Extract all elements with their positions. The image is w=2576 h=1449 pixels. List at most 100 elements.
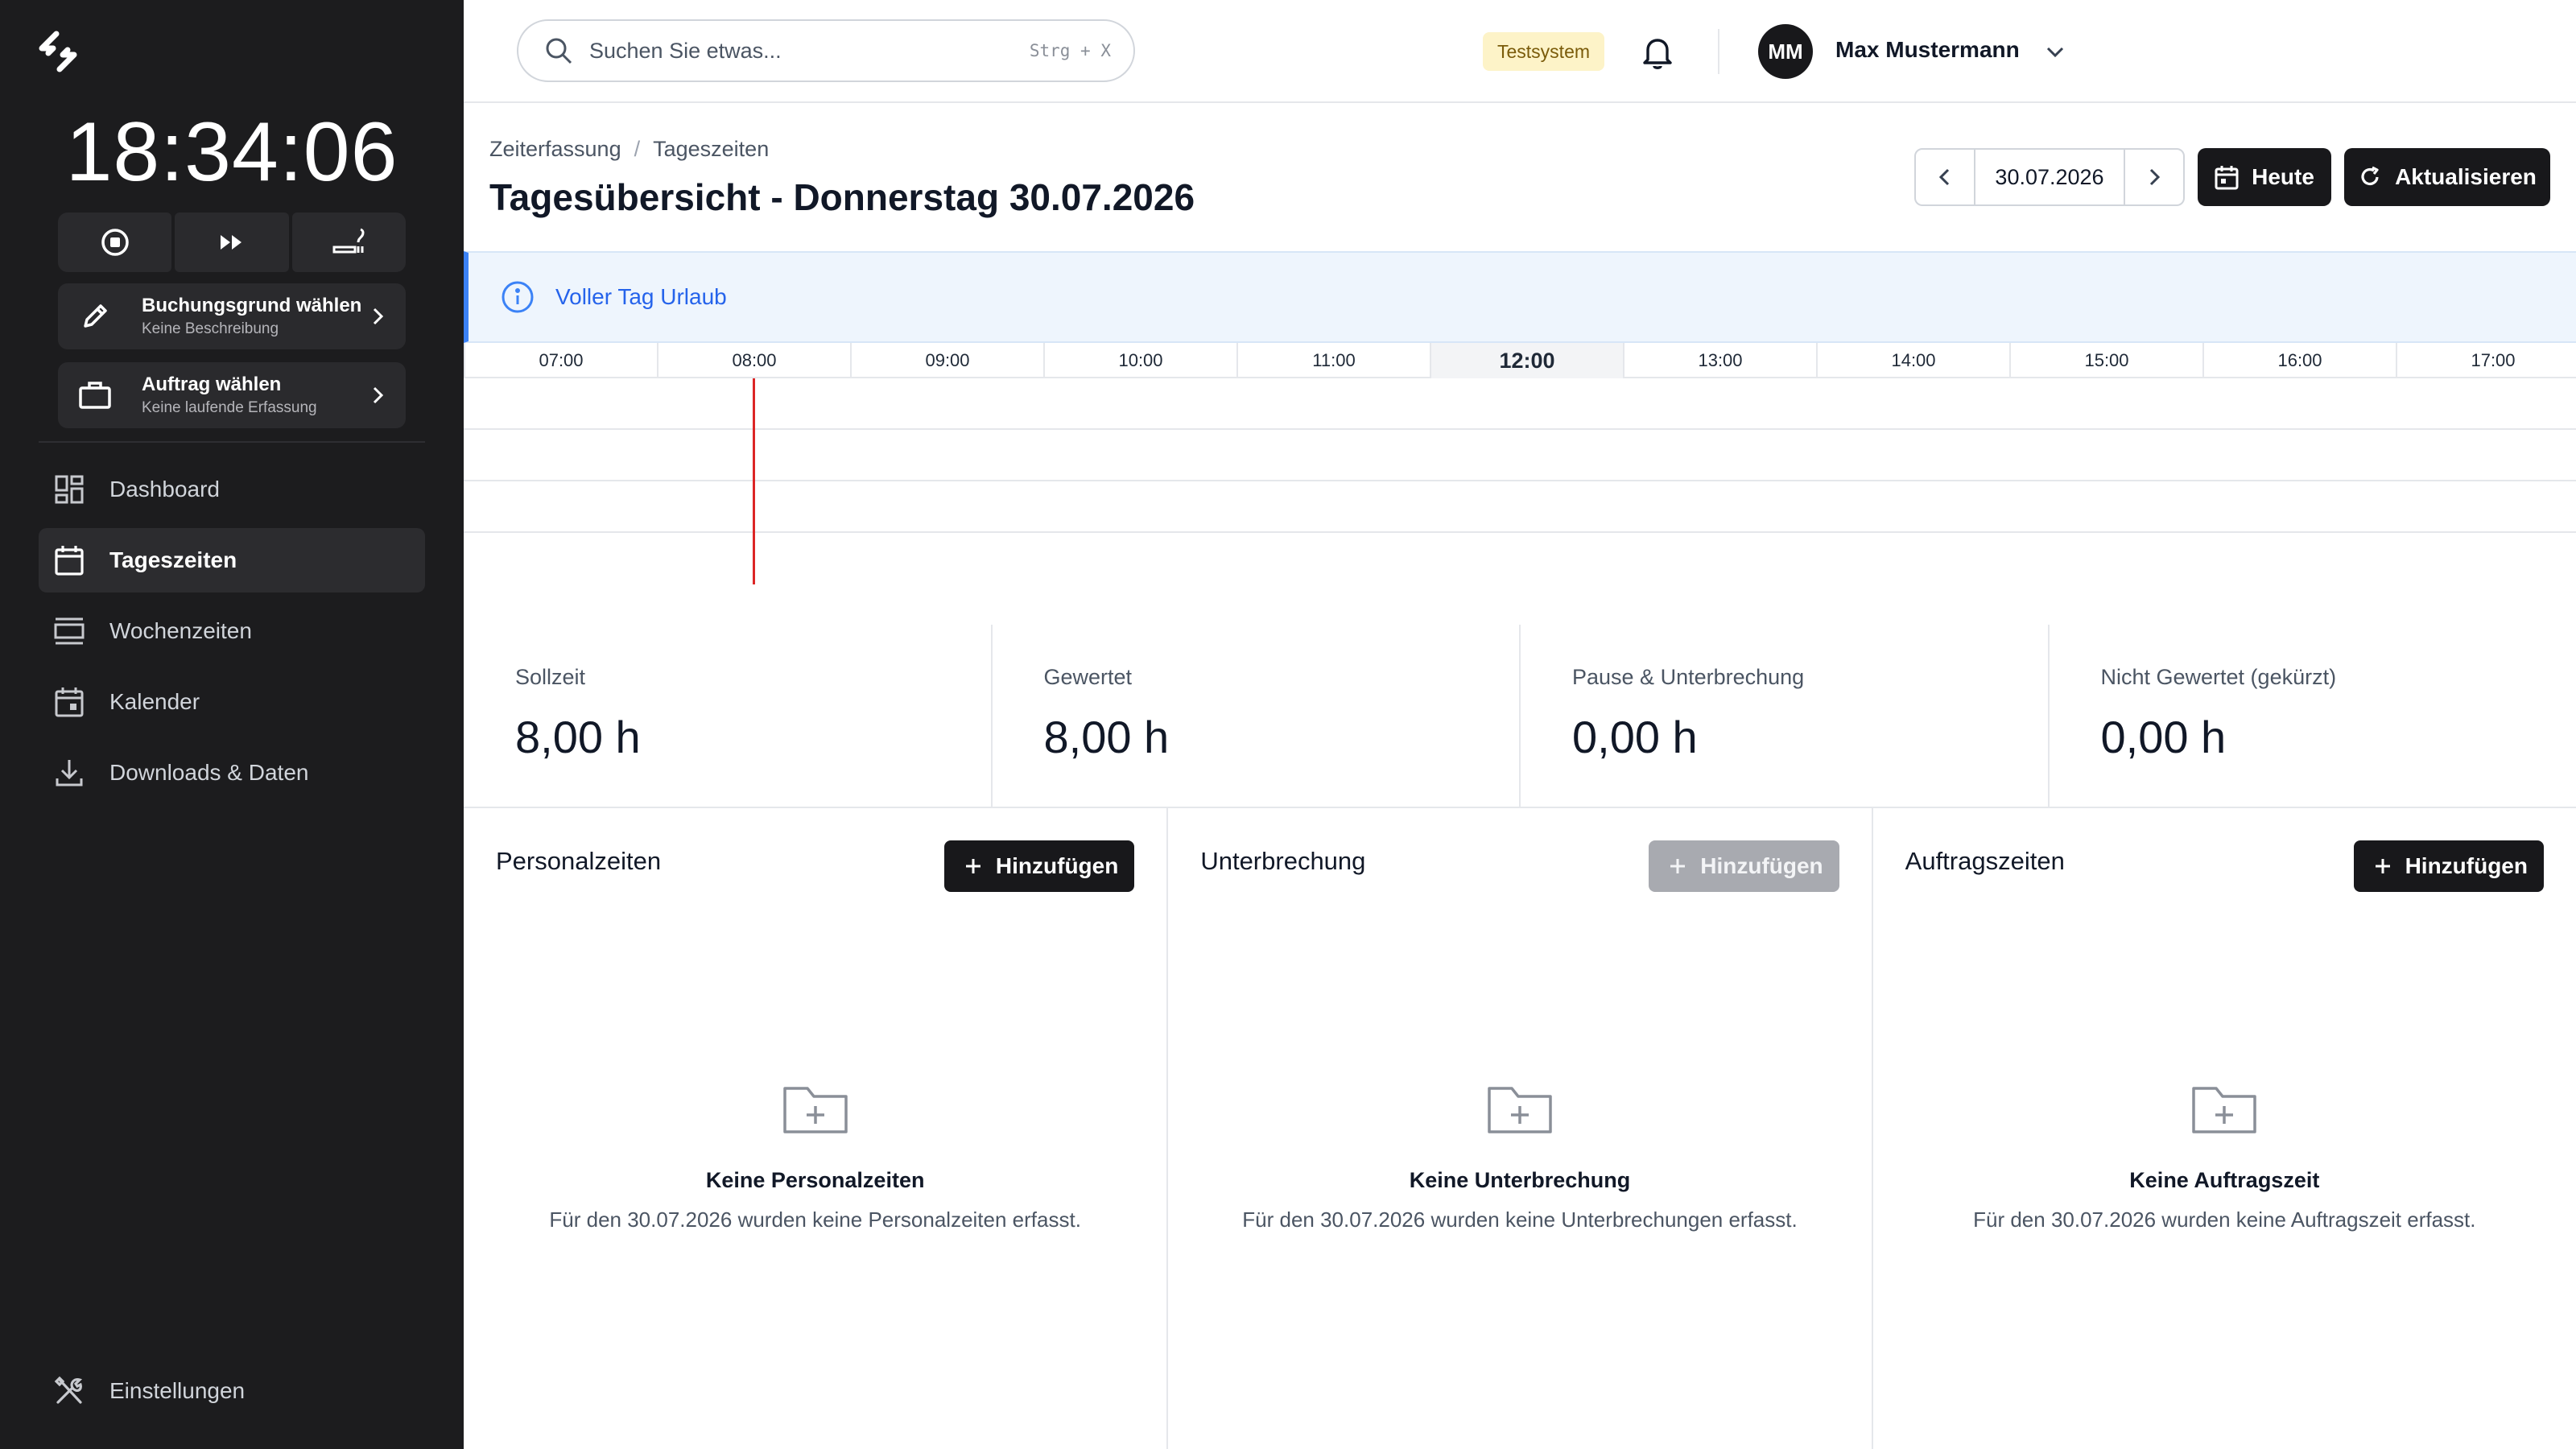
briefcase-icon [77,378,113,413]
timeline-hour-0800: 08:00 [657,343,850,378]
current-time-clock: 18:34:06 [65,105,398,199]
stop-icon [101,229,129,256]
panel-unterbrechung: Unterbrechung Hinzufügen Keine Unterbrec… [1168,808,1873,1449]
panel-title: Auftragszeiten [1905,847,2065,875]
sidebar-item-downloads[interactable]: Downloads & Daten [39,741,425,805]
timeline-hour-1300: 13:00 [1623,343,1816,378]
stat-pause: Pause & Unterbrechung 0,00 h [1521,625,2050,807]
empty-title: Keine Auftragszeit [2129,1168,2320,1192]
panel-personalzeiten: Personalzeiten Hinzufügen Keine Personal… [464,808,1169,1449]
order-subtitle: Keine laufende Erfassung [142,399,317,416]
day-timeline: 06:0007:0008:0009:0010:0011:0012:0013:00… [464,343,2576,584]
breadcrumb-separator: / [634,137,641,161]
search-input[interactable] [589,38,1030,64]
today-button[interactable]: Heute [2198,148,2331,206]
empty-text: Für den 30.07.2026 wurden keine Auftrags… [1973,1208,2476,1232]
add-button-label: Hinzufügen [1700,853,1823,878]
add-unterbrechung-button[interactable]: Hinzufügen [1649,840,1839,892]
calendar-event-icon [53,686,85,718]
dashboard-icon [53,473,85,506]
folder-plus-icon [1488,1087,1552,1133]
folder-plus-icon [2192,1087,2257,1133]
sidebar-item-label: Wochenzeiten [109,618,252,643]
user-name[interactable]: Max Mustermann [1835,37,2020,63]
stop-button[interactable] [58,213,172,272]
banner-text: Voller Tag Urlaub [555,284,727,309]
timeline-hour-1600: 16:00 [2202,343,2396,378]
plus-icon [1670,859,1686,873]
stat-value: 0,00 h [2100,712,2227,762]
stat-nicht-gewertet: Nicht Gewertet (gekürzt) 0,00 h [2050,625,2576,807]
add-auftragszeit-button[interactable]: Hinzufügen [2353,840,2544,892]
empty-text: Für den 30.07.2026 wurden keine Personal… [549,1208,1081,1232]
booking-reason-title: Buchungsgrund wählen [142,295,362,316]
tools-icon [53,1375,85,1407]
sidebar-item-label: Kalender [109,689,200,714]
calendar-icon [2215,166,2239,190]
timeline-hour-1100: 11:00 [1236,343,1430,378]
breadcrumb-item-zeiterfassung[interactable]: Zeiterfassung [489,137,621,162]
chevron-down-icon[interactable] [2045,43,2066,60]
timeline-row-divider [464,428,2576,430]
order-selector[interactable]: Auftrag wählen Keine laufende Erfassung [58,362,406,428]
timeline-hour-1400: 14:00 [1816,343,2009,378]
chevron-right-icon [373,386,384,404]
sidebar-item-settings[interactable]: Einstellungen [53,1359,245,1423]
sidebar-item-wochenzeiten[interactable]: Wochenzeiten [39,599,425,663]
notifications-button[interactable] [1639,34,1676,71]
app-logo-icon[interactable] [35,29,80,74]
sidebar-item-dashboard[interactable]: Dashboard [39,457,425,522]
stat-value: 8,00 h [1043,712,1170,762]
timeline-hour-1700: 17:00 [2396,343,2576,378]
current-time-marker [753,378,755,584]
sidebar-item-label: Downloads & Daten [109,760,309,785]
timeline-header: 06:0007:0008:0009:0010:0011:0012:0013:00… [464,343,2576,378]
add-button-label: Hinzufügen [995,853,1119,878]
timeline-hour-1200: 12:00 [1430,343,1623,378]
next-day-button[interactable] [2125,150,2183,204]
empty-text: Für den 30.07.2026 wurden keine Unterbre… [1242,1208,1798,1232]
chevron-right-icon [373,308,384,325]
topbar-divider [1718,29,1719,74]
folder-plus-icon [782,1087,848,1133]
add-button-label: Hinzufügen [2405,853,2528,878]
stat-label: Gewertet [1043,665,1133,689]
tracking-controls [58,213,406,272]
breadcrumb: Zeiterfassung / Tageszeiten [489,137,769,162]
environment-badge: Testsystem [1483,32,1605,71]
timeline-hour-1000: 10:00 [1043,343,1236,378]
stat-sollzeit: Sollzeit 8,00 h [464,625,993,807]
refresh-button[interactable]: Aktualisieren [2344,148,2550,206]
order-title: Auftrag wählen [142,374,282,395]
empty-title: Keine Personalzeiten [705,1168,925,1192]
timeline-hour-0700: 07:00 [464,343,657,378]
stat-label: Pause & Unterbrechung [1572,665,1805,689]
stat-gewertet: Gewertet 8,00 h [993,625,1521,807]
avatar[interactable]: MM [1758,24,1813,79]
sidebar-item-tageszeiten[interactable]: Tageszeiten [39,528,425,592]
previous-day-button[interactable] [1916,150,1974,204]
panel-title: Personalzeiten [496,847,662,875]
empty-state: Keine Unterbrechung Für den 30.07.2026 w… [1168,1082,1871,1232]
stat-label: Nicht Gewertet (gekürzt) [2100,665,2337,689]
download-icon [53,757,85,789]
date-display[interactable]: 30.07.2026 [1974,150,2125,204]
plus-icon [965,859,980,873]
sidebar-item-kalender[interactable]: Kalender [39,670,425,734]
stat-label: Sollzeit [515,665,586,689]
stat-value: 0,00 h [1572,712,1698,762]
chevron-left-icon [1938,168,1950,186]
sidebar-item-label: Tageszeiten [109,547,237,572]
fast-forward-button[interactable] [175,213,289,272]
panel-auftragszeiten: Auftragszeiten Hinzufügen Keine Auftrags… [1873,808,2576,1449]
sidebar-nav: Dashboard Tageszeiten Wochenzeiten Kalen… [39,457,425,811]
smoking-break-icon [332,228,365,254]
break-button[interactable] [291,213,406,272]
booking-reason-selector[interactable]: Buchungsgrund wählen Keine Beschreibung [58,283,406,349]
pencil-icon [77,299,113,334]
chevron-right-icon [2149,168,2161,186]
add-personalzeit-button[interactable]: Hinzufügen [943,840,1135,892]
search-box[interactable]: Strg + X [517,19,1135,82]
breadcrumb-item-tageszeiten[interactable]: Tageszeiten [653,137,769,162]
refresh-icon [2361,166,2379,186]
